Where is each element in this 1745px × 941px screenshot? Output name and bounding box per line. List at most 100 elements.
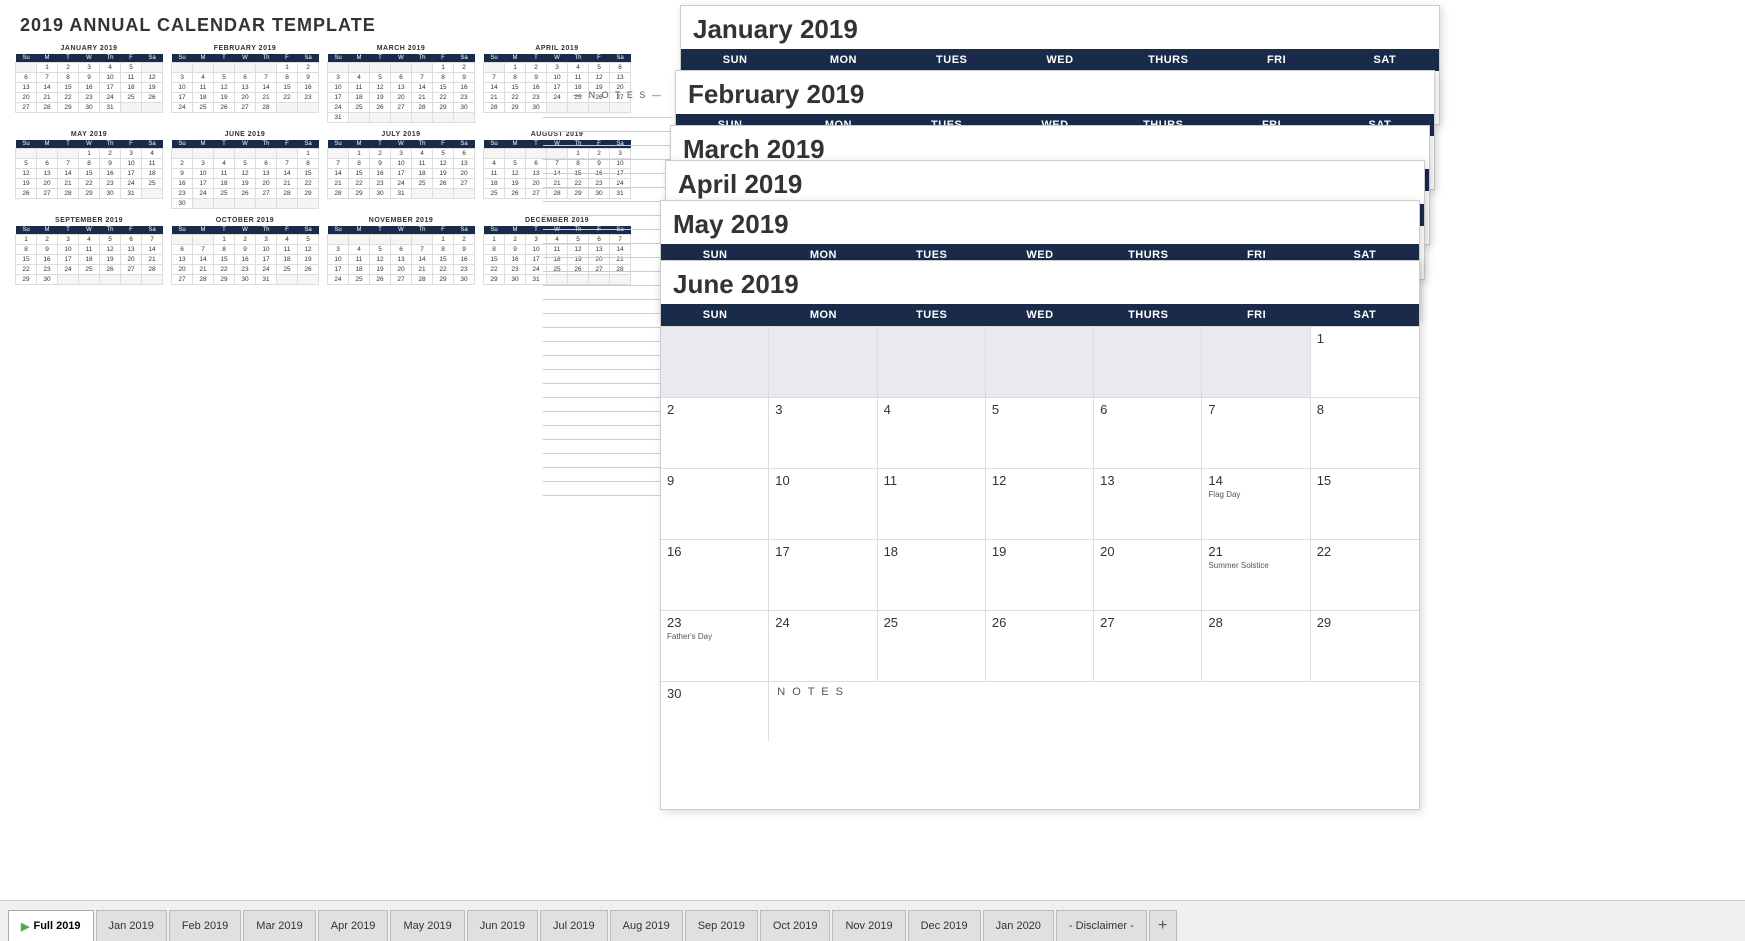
small-cal-nov: NOVEMBER 2019SuMTWThFSa12345678910111213… [327, 217, 475, 285]
small-cal-title-jan: JANUARY 2019 [15, 45, 163, 52]
tab-jul-2019[interactable]: Jul 2019 [540, 910, 608, 941]
notes-line [543, 258, 673, 272]
small-cal-jan: JANUARY 2019SuMTWThFSa123456789101112131… [15, 45, 163, 123]
spreadsheet-area: 2019 ANNUAL CALENDAR TEMPLATE JANUARY 20… [0, 0, 1745, 900]
jan-hdr-thu: THURS [1114, 49, 1222, 71]
tab-jan-2020[interactable]: Jan 2020 [983, 910, 1054, 941]
jun-notes-cell: N O T E S [769, 682, 1419, 741]
notes-line [543, 132, 673, 146]
tab-apr-2019[interactable]: Apr 2019 [318, 910, 389, 941]
jan-hdr-tue: TUES [898, 49, 1006, 71]
jun-day-cell: 13 [1094, 469, 1202, 539]
small-cal-mar: MARCH 2019SuMTWThFSa12345678910111213141… [327, 45, 475, 123]
jun-day-cell: 10 [769, 469, 877, 539]
jun-day-cell: 21Summer Solstice [1202, 540, 1310, 610]
jun-day-cell: 28 [1202, 611, 1310, 681]
tab-nov-2019[interactable]: Nov 2019 [832, 910, 905, 941]
jun-day-cell: 8 [1311, 398, 1419, 468]
notes-line [543, 328, 673, 342]
jun-day-cell: 7 [1202, 398, 1310, 468]
tab-full-2019[interactable]: ▶Full 2019 [8, 910, 94, 941]
notes-line [543, 440, 673, 454]
jun-day-30: 30 [661, 682, 769, 741]
notes-line [543, 286, 673, 300]
tab-aug-2019[interactable]: Aug 2019 [610, 910, 683, 941]
small-cal-title-jun: JUNE 2019 [171, 131, 319, 138]
jun-day-cell: 23Father's Day [661, 611, 769, 681]
may-title: May 2019 [661, 201, 1419, 244]
small-cal-sep: SEPTEMBER 2019SuMTWThFSa1234567891011121… [15, 217, 163, 285]
jun-day-cell [1094, 327, 1202, 397]
notes-line [543, 202, 673, 216]
apr-title: April 2019 [666, 161, 1424, 204]
notes-line [543, 230, 673, 244]
notes-line [543, 356, 673, 370]
small-cal-title-nov: NOVEMBER 2019 [327, 217, 475, 224]
small-cal-title-sep: SEPTEMBER 2019 [15, 217, 163, 224]
tab-jun-2019[interactable]: Jun 2019 [467, 910, 538, 941]
jun-week-row: 161718192021Summer Solstice22 [661, 539, 1419, 610]
tab---disclaimer--[interactable]: - Disclaimer - [1056, 910, 1147, 941]
tab-mar-2019[interactable]: Mar 2019 [243, 910, 315, 941]
add-sheet-button[interactable]: + [1149, 910, 1177, 941]
jun-day-cell: 27 [1094, 611, 1202, 681]
jan-hdr-sun: SUN [681, 49, 789, 71]
notes-line [543, 146, 673, 160]
jun-last-row: 30N O T E S [661, 681, 1419, 741]
tab-dec-2019[interactable]: Dec 2019 [908, 910, 981, 941]
notes-line [543, 342, 673, 356]
notes-line [543, 216, 673, 230]
jan-hdr-wed: WED [1006, 49, 1114, 71]
jun-day-cell: 1 [1311, 327, 1419, 397]
notes-line [543, 272, 673, 286]
tab-may-2019[interactable]: May 2019 [390, 910, 464, 941]
tab-feb-2019[interactable]: Feb 2019 [169, 910, 241, 941]
notes-line [543, 104, 673, 118]
jun-day-cell: 20 [1094, 540, 1202, 610]
notes-line [543, 426, 673, 440]
tab-sep-2019[interactable]: Sep 2019 [685, 910, 758, 941]
notes-line [543, 244, 673, 258]
jun-day-cell: 9 [661, 469, 769, 539]
small-cal-may: MAY 2019SuMTWThFSa1234567891011121314151… [15, 131, 163, 209]
tab-oct-2019[interactable]: Oct 2019 [760, 910, 831, 941]
jun-day-cell: 11 [878, 469, 986, 539]
small-cal-title-apr: APRIL 2019 [483, 45, 631, 52]
tab-bar: ▶Full 2019Jan 2019Feb 2019Mar 2019Apr 20… [0, 900, 1745, 941]
small-cal-jun: JUNE 2019SuMTWThFSa123456789101112131415… [171, 131, 319, 209]
jun-day-cell: 5 [986, 398, 1094, 468]
notes-line [543, 454, 673, 468]
jun-week-row: 23Father's Day242526272829 [661, 610, 1419, 681]
jun-day-cell: 2 [661, 398, 769, 468]
notes-line [543, 118, 673, 132]
page-title: 2019 ANNUAL CALENDAR TEMPLATE [20, 15, 376, 36]
jun-title: June 2019 [661, 261, 1419, 304]
jun-header: SUN MON TUES WED THURS FRI SAT [661, 304, 1419, 326]
small-cal-row-1: JANUARY 2019SuMTWThFSa123456789101112131… [15, 45, 660, 123]
jun-day-cell: 6 [1094, 398, 1202, 468]
notes-line [543, 398, 673, 412]
jun-day-cell: 26 [986, 611, 1094, 681]
jun-day-cell: 16 [661, 540, 769, 610]
notes-line [543, 384, 673, 398]
jan-header: SUN MON TUES WED THURS FRI SAT [681, 49, 1439, 71]
small-cal-title-jul: JULY 2019 [327, 131, 475, 138]
jun-day-cell [1202, 327, 1310, 397]
jan-hdr-fri: FRI [1222, 49, 1330, 71]
jun-day-cell [986, 327, 1094, 397]
small-cal-oct: OCTOBER 2019SuMTWThFSa123456789101112131… [171, 217, 319, 285]
small-cal-title-mar: MARCH 2019 [327, 45, 475, 52]
small-cal-jul: JULY 2019SuMTWThFSa123456789101112131415… [327, 131, 475, 209]
notes-line [543, 188, 673, 202]
large-calendars-stack: January 2019 SUN MON TUES WED THURS FRI … [660, 5, 1720, 885]
small-calendars-container: JANUARY 2019SuMTWThFSa123456789101112131… [15, 45, 660, 293]
cal-sheet-jun: June 2019 SUN MON TUES WED THURS FRI SAT… [660, 260, 1420, 810]
small-cal-title-oct: OCTOBER 2019 [171, 217, 319, 224]
feb-title: February 2019 [676, 71, 1434, 114]
small-cal-feb: FEBRUARY 2019SuMTWThFSa12345678910111213… [171, 45, 319, 123]
jun-day-cell: 24 [769, 611, 877, 681]
small-cal-title-feb: FEBRUARY 2019 [171, 45, 319, 52]
tab-jan-2019[interactable]: Jan 2019 [96, 910, 167, 941]
jun-day-cell: 25 [878, 611, 986, 681]
jun-day-cell: 22 [1311, 540, 1419, 610]
